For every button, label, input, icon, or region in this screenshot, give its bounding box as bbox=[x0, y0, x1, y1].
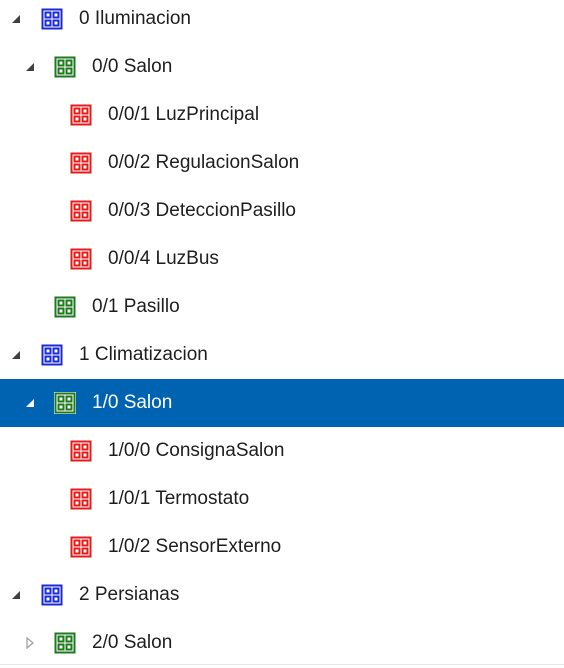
tree-item-label: 1/0 Salon bbox=[92, 392, 173, 413]
tree-item-label: 0 Iluminacion bbox=[79, 8, 191, 29]
group-grid-icon bbox=[54, 56, 76, 78]
tree-item[interactable]: 0/0/2 RegulacionSalon bbox=[0, 139, 564, 187]
tree-item-label: 0/0/4 LuzBus bbox=[108, 248, 219, 269]
expanded-arrow-icon[interactable] bbox=[24, 397, 36, 409]
tree-item-label: 1 Climatizacion bbox=[79, 344, 208, 365]
tree-item-label: 1/0/1 Termostato bbox=[108, 488, 250, 509]
group-grid-icon bbox=[54, 632, 76, 654]
expanded-arrow-icon[interactable] bbox=[10, 589, 22, 601]
group-grid-icon bbox=[41, 344, 63, 366]
tree-item-label: 0/1 Pasillo bbox=[92, 296, 180, 317]
tree-item[interactable]: 2/0 Salon bbox=[0, 619, 564, 667]
group-grid-icon bbox=[41, 584, 63, 606]
tree-item[interactable]: 2 Persianas bbox=[0, 571, 564, 619]
group-grid-icon bbox=[70, 248, 92, 270]
tree-item-label: 2 Persianas bbox=[79, 584, 180, 605]
group-grid-icon bbox=[70, 152, 92, 174]
group-grid-icon bbox=[70, 440, 92, 462]
tree-item[interactable]: 0/1 Pasillo bbox=[0, 283, 564, 331]
group-grid-icon bbox=[70, 536, 92, 558]
expanded-arrow-icon[interactable] bbox=[10, 349, 22, 361]
tree-item[interactable]: 1/0 Salon bbox=[0, 379, 564, 427]
tree-item[interactable]: 0/0 Salon bbox=[0, 43, 564, 91]
group-grid-icon bbox=[70, 488, 92, 510]
tree-item-label: 2/0 Salon bbox=[92, 632, 173, 653]
tree-item-label: 1/0/0 ConsignaSalon bbox=[108, 440, 285, 461]
tree-item-label: 0/0/3 DeteccionPasillo bbox=[108, 200, 296, 221]
expanded-arrow-icon[interactable] bbox=[10, 13, 22, 25]
tree-item-label: 1/0/2 SensorExterno bbox=[108, 536, 282, 557]
tree-item-label: 0/0/1 LuzPrincipal bbox=[108, 104, 260, 125]
tree-item[interactable]: 0 Iluminacion bbox=[0, 0, 564, 43]
tree-item-label: 0/0/2 RegulacionSalon bbox=[108, 152, 300, 173]
group-grid-icon bbox=[70, 104, 92, 126]
group-grid-icon bbox=[54, 392, 76, 414]
tree-item[interactable]: 1 Climatizacion bbox=[0, 331, 564, 379]
tree-item[interactable]: 1/0/0 ConsignaSalon bbox=[0, 427, 564, 475]
tree-item[interactable]: 0/0/4 LuzBus bbox=[0, 235, 564, 283]
tree-item-label: 0/0 Salon bbox=[92, 56, 173, 77]
tree-item[interactable]: 0/0/1 LuzPrincipal bbox=[0, 91, 564, 139]
tree-bottom-divider bbox=[0, 664, 564, 665]
group-grid-icon bbox=[54, 296, 76, 318]
group-grid-icon bbox=[70, 200, 92, 222]
tree-item[interactable]: 1/0/2 SensorExterno bbox=[0, 523, 564, 571]
collapsed-arrow-icon[interactable] bbox=[24, 637, 36, 649]
group-address-tree: 0 Iluminacion 0/0 Salon 0/0/1 LuzPrincipal… bbox=[0, 0, 564, 668]
group-grid-icon bbox=[41, 8, 63, 30]
tree-item[interactable]: 0/0/3 DeteccionPasillo bbox=[0, 187, 564, 235]
tree-item[interactable]: 1/0/1 Termostato bbox=[0, 475, 564, 523]
expanded-arrow-icon[interactable] bbox=[24, 61, 36, 73]
